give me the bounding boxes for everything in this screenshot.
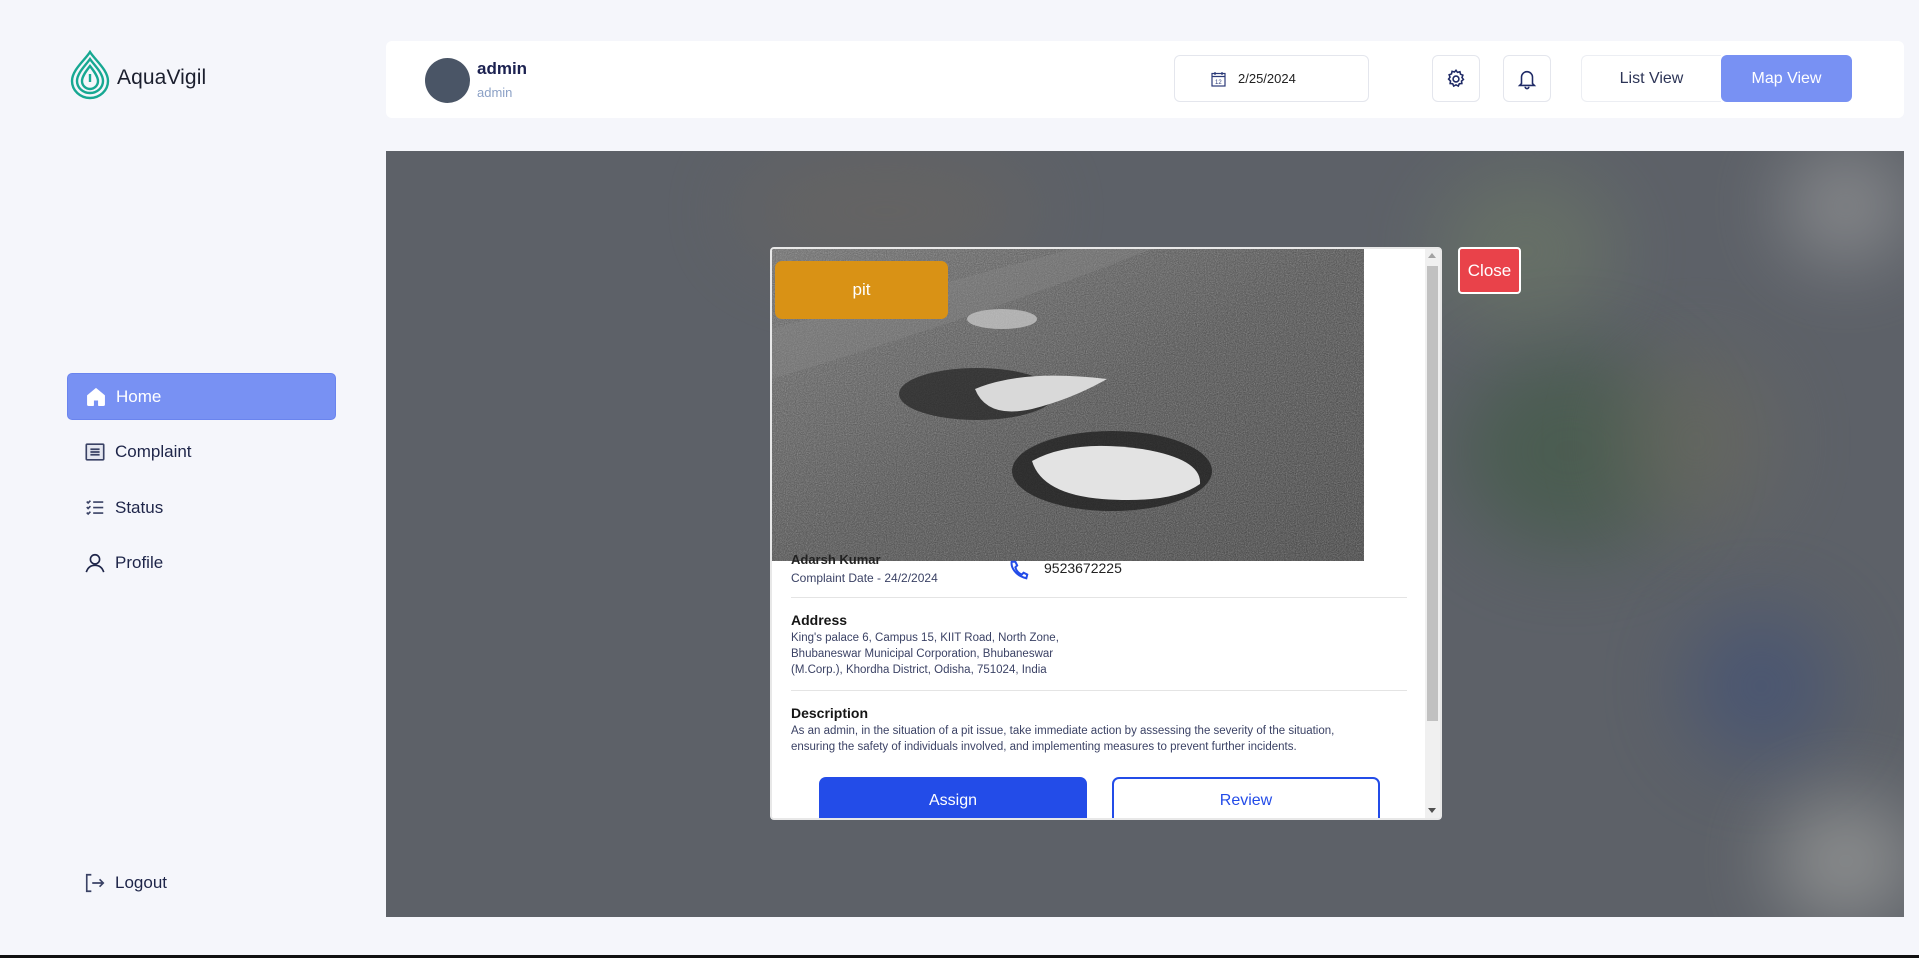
close-button[interactable]: Close: [1458, 247, 1521, 294]
address-title: Address: [791, 612, 848, 628]
sidebar-item-home[interactable]: Home: [67, 373, 336, 420]
modal-content: pit Adarsh Kumar Complaint Date - 24/2/2…: [772, 249, 1425, 818]
address-text: King's palace 6, Campus 15, KIIT Road, N…: [791, 630, 1059, 678]
logout-icon: [85, 873, 105, 893]
date-picker[interactable]: 12 2/25/2024: [1174, 55, 1369, 102]
map-feature: [1776, 801, 1904, 917]
top-header: admin admin 12 2/25/2024 List View Map V…: [386, 41, 1904, 118]
settings-button[interactable]: [1432, 55, 1480, 102]
notifications-button[interactable]: [1503, 55, 1551, 102]
svg-text:12: 12: [1215, 80, 1222, 86]
address-line: King's palace 6, Campus 15, KIIT Road, N…: [791, 632, 1059, 644]
modal-scrollbar[interactable]: [1425, 249, 1440, 818]
phone-icon: [1010, 560, 1029, 580]
divider: [791, 690, 1407, 691]
brand-name: AquaVigil: [117, 65, 207, 89]
avatar[interactable]: [425, 58, 470, 103]
review-button[interactable]: Review: [1112, 777, 1380, 818]
address-line: Bhubaneswar Municipal Corporation, Bhuba…: [791, 648, 1054, 660]
sidebar: AquaVigil Home Complaint Status Profile …: [0, 0, 386, 958]
sidebar-nav: Home Complaint Status Profile: [67, 373, 336, 595]
sidebar-item-complaint[interactable]: Complaint: [67, 429, 336, 476]
user-name: admin: [477, 59, 528, 78]
divider: [791, 597, 1407, 598]
scroll-up-arrow[interactable]: [1428, 253, 1436, 258]
sidebar-item-label: Home: [116, 386, 162, 406]
sidebar-item-label: Status: [115, 497, 164, 517]
description-line: As an admin, in the situation of a pit i…: [791, 725, 1335, 737]
map-feature: [1686, 611, 1836, 761]
sidebar-item-label: Complaint: [115, 442, 192, 461]
description-title: Description: [791, 705, 869, 721]
complaint-detail-modal: pit Adarsh Kumar Complaint Date - 24/2/2…: [770, 247, 1442, 820]
water-drop-spiral-icon: [69, 49, 111, 105]
reporter-name: Adarsh Kumar: [791, 552, 881, 567]
scroll-thumb[interactable]: [1427, 266, 1438, 721]
user-role: admin: [477, 85, 513, 100]
address-line: (M.Corp.), Khordha District, Odisha, 751…: [791, 664, 1047, 676]
user-icon: [85, 553, 105, 573]
logout-button[interactable]: Logout: [84, 872, 167, 894]
calendar-icon: 12: [1211, 71, 1226, 87]
view-toggle: List View Map View: [1581, 55, 1852, 102]
category-tag: pit: [775, 261, 948, 319]
complaint-photo: pit: [772, 249, 1364, 561]
brand[interactable]: AquaVigil: [69, 49, 207, 105]
map-feature: [1786, 151, 1904, 261]
list-view-button[interactable]: List View: [1581, 55, 1721, 102]
description-text: As an admin, in the situation of a pit i…: [791, 723, 1334, 755]
complaint-date: Complaint Date - 24/2/2024: [791, 571, 938, 585]
description-line: ensuring the safety of individuals invol…: [791, 741, 1297, 753]
assign-button[interactable]: Assign: [819, 777, 1087, 818]
bell-icon: [1517, 70, 1537, 89]
sidebar-item-status[interactable]: Status: [67, 484, 336, 531]
logout-label: Logout: [115, 873, 167, 892]
sidebar-item-label: Profile: [115, 553, 164, 572]
checklist-icon: [86, 499, 104, 515]
home-icon: [87, 387, 105, 406]
phone-number[interactable]: 9523672225: [1044, 560, 1122, 576]
list-box-icon: [85, 443, 105, 461]
map-view-button[interactable]: Map View: [1721, 55, 1852, 102]
gear-icon: [1447, 68, 1465, 87]
scroll-down-arrow[interactable]: [1428, 808, 1436, 813]
date-value: 2/25/2024: [1238, 71, 1296, 86]
map-feature: [1616, 351, 1776, 531]
sidebar-item-profile[interactable]: Profile: [67, 540, 336, 587]
